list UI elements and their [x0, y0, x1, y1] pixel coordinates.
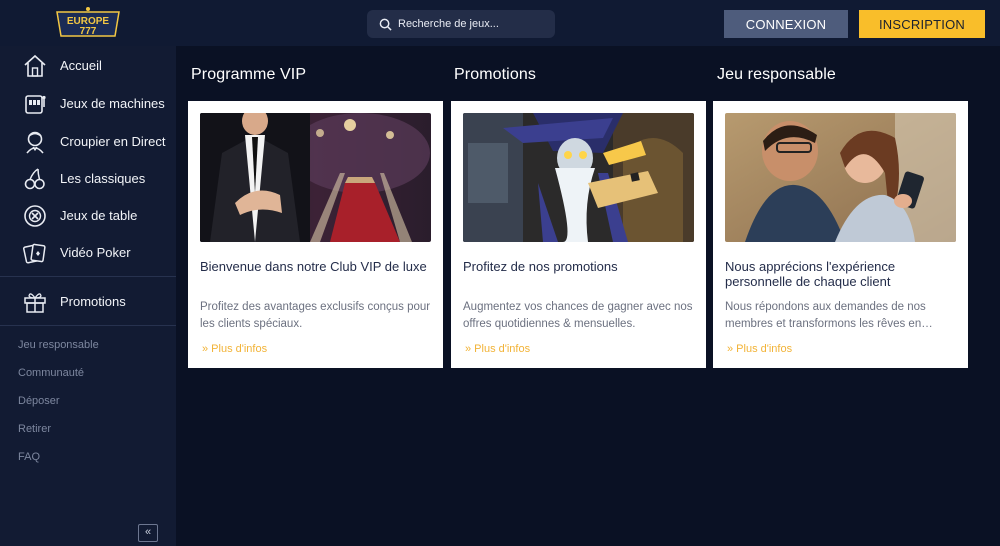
promotions-card[interactable]: Profitez de nos promotions Augmentez vos… [451, 101, 706, 368]
responsible-gaming-more-info-link[interactable]: » Plus d'infos [727, 343, 792, 355]
house-icon [24, 54, 46, 77]
sidebar-link-community[interactable]: Communauté [18, 367, 84, 379]
sidebar-item-slots[interactable]: Jeux de machines [0, 86, 176, 120]
promotions-card-image [463, 113, 694, 242]
svg-text:777: 777 [80, 26, 97, 37]
search-icon [379, 18, 392, 31]
sidebar-item-label: Les classiques [60, 170, 146, 186]
sidebar-collapse-button[interactable]: « [138, 524, 158, 542]
promotions-card-title: Profitez de nos promotions [463, 259, 618, 274]
section-title-vip: Programme VIP [191, 66, 307, 83]
sidebar-item-label: Croupier en Direct [60, 133, 166, 149]
login-button[interactable]: CONNEXION [724, 10, 848, 38]
sidebar-item-label: Vidéo Poker [60, 244, 131, 260]
vip-man-stairs-illustration [200, 113, 431, 242]
sidebar-item-label: Promotions [60, 293, 126, 309]
logo-graphic: EUROPE 777 [56, 7, 120, 37]
sidebar-item-table-games[interactable]: Jeux de table [0, 198, 176, 232]
sidebar-item-label: Jeux de machines [60, 95, 165, 111]
sidebar-item-label: Jeux de table [60, 207, 138, 223]
sidebar-divider [0, 276, 176, 277]
section-title-responsible-gaming: Jeu responsable [717, 66, 836, 83]
sidebar-item-label: Accueil [60, 57, 102, 73]
sidebar: Accueil Jeux de machines Croupier en Dir… [0, 46, 176, 546]
sidebar-link-deposit[interactable]: Déposer [18, 395, 60, 407]
sidebar-link-faq[interactable]: FAQ [18, 451, 40, 463]
cherries-icon [24, 168, 45, 190]
responsible-gaming-card-title: Nous apprécions l'expérience personnelle… [725, 259, 896, 289]
sidebar-item-promotions[interactable]: Promotions [0, 284, 176, 318]
vip-card-description: Profitez des avantages exclusifs conçus … [200, 301, 431, 330]
sidebar-item-home[interactable]: Accueil [0, 48, 176, 82]
register-button[interactable]: INSCRIPTION [859, 10, 985, 38]
promotions-card-description: Augmentez vos chances de gagner avec nos… [463, 301, 693, 330]
vip-card-image [200, 113, 431, 242]
main-content: Programme VIP Bienvenue dans notre Club … [176, 46, 1000, 546]
promotions-more-info-link[interactable]: » Plus d'infos [465, 343, 530, 355]
sidebar-link-withdraw[interactable]: Retirer [18, 423, 51, 435]
couple-phone-illustration [725, 113, 956, 242]
vip-card-title: Bienvenue dans notre Club VIP de luxe [200, 259, 427, 274]
dealer-icon [26, 131, 44, 154]
responsible-gaming-card[interactable]: Nous apprécions l'expérience personnelle… [713, 101, 968, 368]
search-box[interactable] [367, 10, 555, 38]
top-bar: EUROPE 777 CONNEXION INSCRIPTION [0, 0, 1000, 46]
sidebar-item-classics[interactable]: Les classiques [0, 161, 176, 195]
search-input[interactable] [398, 18, 548, 30]
responsible-gaming-card-image [725, 113, 956, 242]
section-title-promotions: Promotions [454, 66, 536, 83]
slot-machine-icon [25, 95, 46, 114]
wizard-illustration [463, 113, 694, 242]
responsible-gaming-card-description: Nous répondons aux demandes de nos membr… [725, 301, 933, 330]
roulette-chip-icon [24, 205, 46, 227]
sidebar-divider [0, 325, 176, 326]
cards-icon [22, 243, 46, 264]
sidebar-link-responsible-gaming[interactable]: Jeu responsable [18, 339, 99, 351]
vip-more-info-link[interactable]: » Plus d'infos [202, 343, 267, 355]
gift-icon [24, 293, 46, 313]
vip-card[interactable]: Bienvenue dans notre Club VIP de luxe Pr… [188, 101, 443, 368]
sidebar-item-video-poker[interactable]: Vidéo Poker [0, 235, 176, 269]
brand-logo[interactable]: EUROPE 777 [53, 6, 123, 42]
sidebar-item-live-dealer[interactable]: Croupier en Direct [0, 124, 176, 158]
